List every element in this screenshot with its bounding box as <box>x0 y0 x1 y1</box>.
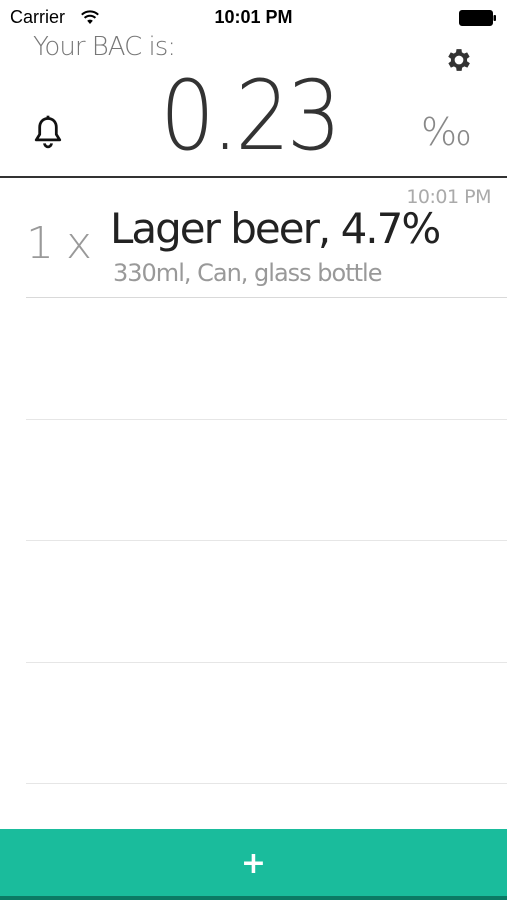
empty-row <box>26 663 507 784</box>
gear-icon[interactable] <box>444 45 474 75</box>
bac-label: Your BAC is: <box>33 32 176 62</box>
status-time: 10:01 PM <box>214 7 293 27</box>
drink-list: 10:01 PM 1 x Lager beer, 4.7% 330ml, Can… <box>26 180 507 784</box>
plus-icon: + <box>240 846 267 881</box>
bell-icon[interactable] <box>31 115 65 151</box>
bac-unit: ‰ <box>421 110 472 154</box>
empty-row <box>26 541 507 663</box>
empty-row <box>26 420 507 541</box>
drink-detail: 330ml, Can, glass bottle <box>113 259 382 287</box>
bac-value: 0.23 <box>160 60 342 172</box>
drink-row[interactable]: 10:01 PM 1 x Lager beer, 4.7% 330ml, Can… <box>26 180 507 298</box>
drink-quantity: 1 x <box>26 218 92 269</box>
empty-row <box>26 298 507 420</box>
battery-icon <box>459 10 496 26</box>
drink-name: Lager beer, 4.7% <box>110 204 441 253</box>
add-drink-button[interactable]: + <box>0 829 507 900</box>
status-bar: Carrier 10:01 PM <box>0 0 507 36</box>
